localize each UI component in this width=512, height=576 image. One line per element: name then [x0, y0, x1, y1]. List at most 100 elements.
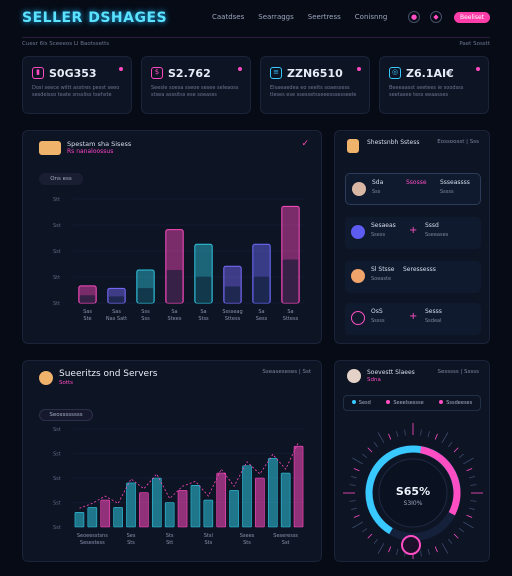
legend-item: Sesd [351, 400, 371, 406]
item-name: Sesaeas [371, 222, 396, 229]
breadcrumb-left[interactable]: Cuesr 6ls Sceeeos Ll Baotssetts [22, 41, 109, 47]
kpi-card[interactable]: ▮ S0G353 Dosi seece wiltt asstres pesst … [22, 56, 132, 114]
bar [216, 472, 227, 528]
kpi-note: Beeeaasst seetees ie soodsss seetasee te… [389, 85, 464, 98]
chart-icon: ▮ [32, 67, 44, 79]
gauge-tick [352, 521, 363, 529]
gauge-tick [458, 527, 465, 533]
breadcrumb: Cuesr 6ls Sceeeos Ll Baotssetts Paet Sos… [22, 37, 490, 49]
user-icon[interactable]: ◆ [430, 11, 442, 23]
item-sub2: Sssss [440, 189, 454, 195]
gauge-tick [427, 431, 430, 438]
power-button[interactable] [401, 535, 421, 555]
panel-subtitle: Rs nanaloossus [67, 148, 114, 155]
gauge-tick [367, 533, 373, 539]
chevron-down-icon[interactable]: ✓ [301, 139, 309, 149]
kpi-card[interactable]: ≡ ZZN6510 Elsaeaedea eo seelts soaessess… [260, 56, 370, 114]
panel-subtitle: Sdna [367, 377, 381, 383]
kpi-card[interactable]: $ S2.762 Seesle soesa sseoe sesee seleao… [141, 56, 251, 114]
x-tick-label: Sa [287, 309, 293, 315]
gauge-tick [353, 468, 360, 472]
x-tick-label: Stt [166, 540, 173, 546]
bar [280, 472, 291, 528]
bar [190, 485, 201, 528]
gauge-tick [361, 527, 368, 533]
bar [100, 499, 111, 528]
nav-item[interactable]: Conisnng [355, 13, 388, 21]
status-dot [476, 67, 480, 71]
bar [267, 458, 278, 528]
breadcrumb-right[interactable]: Paet Sosstt [459, 41, 490, 47]
y-tick-label: Sst [53, 525, 61, 531]
x-tick-label: Sssseag [222, 309, 242, 315]
list-item[interactable]: Sesaeas Ssess + Sssd Sseeases [345, 217, 481, 249]
x-tick-label: Sttess [283, 316, 299, 322]
x-tick-label: Sst [282, 540, 290, 546]
plus-icon[interactable]: + [409, 311, 417, 322]
item-name: Sda [372, 179, 384, 186]
y-tick-label: Stt [53, 197, 60, 203]
bar-fill [224, 286, 241, 303]
bar [293, 445, 304, 528]
bar [242, 465, 252, 528]
y-tick-label: Sst [53, 223, 61, 229]
item-name2: Seressesss [403, 266, 436, 273]
x-tick-label: Sss [141, 309, 150, 315]
x-tick-label: Sts [166, 533, 174, 539]
status-dot [357, 67, 361, 71]
status-dot [119, 67, 123, 71]
x-tick-label: Sss [141, 316, 150, 322]
kpi-card[interactable]: ◎ Z6.1AI€ Beeeaasst seetees ie soodsss s… [379, 56, 489, 114]
x-tick-label: Sa [171, 309, 177, 315]
x-tick-label: Sa [200, 309, 206, 315]
panel-meta[interactable]: Sseaseseses | Sst [262, 369, 311, 375]
x-tick-label: Nas Satt [106, 316, 127, 322]
filter-pill[interactable]: Ons ess [39, 173, 83, 185]
x-tick-label: Stsl [204, 533, 213, 539]
bar [255, 477, 265, 528]
kpi-value: S0G353 [49, 67, 97, 80]
bar-fill [282, 259, 299, 303]
item-sub2: Sseeases [425, 232, 449, 238]
gauge-tick [441, 543, 449, 554]
x-tick-label: Sa [258, 309, 264, 315]
bar [139, 492, 149, 528]
y-tick-label: Stt [53, 275, 60, 281]
nav-item[interactable]: Seertress [308, 13, 341, 21]
top-bar: SELLER DSHAGES Caatdses Searraggs Seertr… [0, 0, 512, 38]
item-sub: Sssss [371, 318, 385, 324]
gauge-tick [447, 538, 453, 545]
cta-button[interactable]: Beeliset [454, 12, 490, 23]
gauge-tick [377, 543, 385, 554]
nav-item[interactable]: Searraggs [258, 13, 294, 21]
list-item[interactable]: Sda Sss Ssosse Ssseassss Sssss [345, 173, 481, 205]
x-tick-label: Seoeesstsns [77, 533, 108, 539]
kpi-note: Elsaeaedea eo seelts soaessess tleses es… [270, 85, 357, 98]
item-name: Sl Stsse [371, 266, 395, 273]
server-icon: ≡ [270, 67, 282, 79]
y-tick-label: Sst [53, 427, 61, 433]
gauge-caption: S3I0% [403, 500, 423, 507]
panel-meta[interactable]: Sesssss | Sssss [437, 369, 479, 375]
brand-title[interactable]: SELLER DSHAGES [22, 10, 167, 26]
x-tick-label: Ssees [240, 533, 255, 539]
bar-fill [79, 295, 96, 303]
item-name2: Sssd [425, 222, 439, 229]
avatar [351, 311, 365, 325]
bar-fill [195, 276, 212, 303]
panel-meta[interactable]: Eossoosst | Sss [437, 139, 479, 145]
plus-icon[interactable]: + [409, 225, 417, 236]
item-name2: Ssseassss [440, 179, 470, 186]
list-item[interactable]: Sl Stsse Soeaste Seressesss [345, 261, 481, 293]
gauge-tick [468, 507, 475, 510]
bar [113, 507, 123, 528]
nav-item[interactable]: Caatdses [212, 13, 244, 21]
item-tag: Ssosse [406, 179, 427, 186]
x-tick-label: Sas [83, 309, 92, 315]
gauge-tick [404, 429, 406, 436]
list-item[interactable]: OsS Sssss + Sesss Ssdeal [345, 303, 481, 335]
avatar [347, 369, 361, 383]
avatar [351, 269, 365, 283]
bell-icon[interactable]: ● [408, 11, 420, 23]
x-tick-label: Sts [204, 540, 212, 546]
